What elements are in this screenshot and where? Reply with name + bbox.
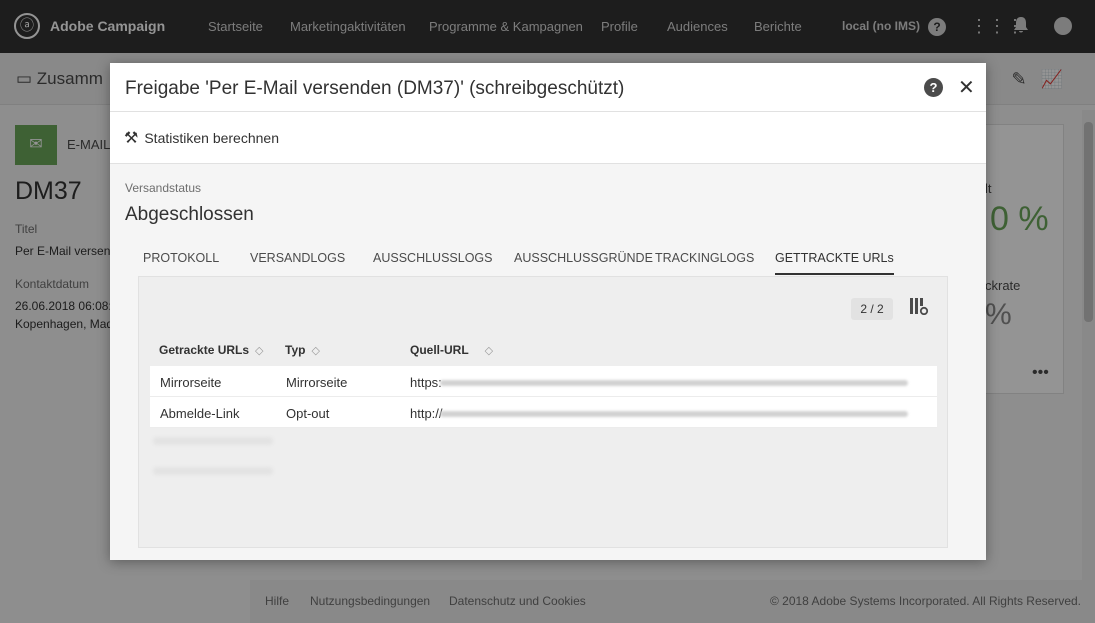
placeholder-row — [153, 437, 273, 445]
close-icon[interactable]: ✕ — [958, 75, 975, 100]
tab-ausschlussgruende[interactable]: AUSSCHLUSSGRÜNDE — [514, 251, 653, 275]
tab-ausschlusslogs[interactable]: AUSSCHLUSSLOGS — [373, 251, 492, 275]
table-row[interactable]: Mirrorseite Mirrorseite https: — [150, 366, 937, 397]
column-header-quell-url[interactable]: Quell-URL ◇ — [410, 343, 493, 357]
tools-icon: ⚒ — [124, 130, 139, 147]
column-header-typ[interactable]: Typ ◇ — [285, 343, 320, 357]
url-name-cell: Abmelde-Link — [160, 406, 240, 421]
column-settings-icon[interactable] — [909, 297, 929, 320]
dialog-title: Freigabe 'Per E-Mail versenden (DM37)' (… — [125, 78, 625, 99]
sort-icon[interactable]: ◇ — [311, 345, 319, 357]
pagination-indicator: 2 / 2 — [851, 298, 893, 320]
url-name-cell: Mirrorseite — [160, 375, 222, 390]
delivery-status-value: Abgeschlossen — [125, 204, 254, 225]
table-row[interactable]: Abmelde-Link Opt-out http:// — [150, 397, 937, 428]
tracked-urls-panel: 2 / 2 Getrackte URLs ◇ Typ ◇ Quell-URL ◇ Mi… — [138, 276, 948, 548]
sort-icon[interactable]: ◇ — [485, 345, 493, 357]
tab-getrackte-urls[interactable]: GETTRACKTE URLs — [775, 251, 894, 275]
url-type-cell: Opt-out — [286, 406, 330, 421]
source-url-cell: https: — [410, 375, 442, 390]
source-url-cell: http:// — [410, 406, 443, 421]
sort-icon[interactable]: ◇ — [255, 345, 263, 357]
dialog-toolbar: ⚒ Statistiken berechnen — [110, 112, 986, 164]
redacted-url — [440, 380, 908, 386]
compute-statistics-button[interactable]: ⚒ Statistiken berechnen — [124, 128, 279, 148]
tab-protokoll[interactable]: PROTOKOLL — [143, 251, 219, 275]
url-type-cell: Mirrorseite — [286, 375, 348, 390]
delivery-status-label: Versandstatus — [125, 181, 202, 195]
tab-versandlogs[interactable]: VERSANDLOGS — [250, 251, 345, 275]
tracked-urls-table: Mirrorseite Mirrorseite https: Abmelde-L… — [150, 366, 937, 428]
redacted-url — [440, 411, 908, 417]
tab-trackinglogs[interactable]: TRACKINGLOGS — [655, 251, 754, 275]
delivery-dialog: Freigabe 'Per E-Mail versenden (DM37)' (… — [110, 63, 986, 560]
placeholder-row — [153, 467, 273, 475]
column-header-getrackte-urls[interactable]: Getrackte URLs ◇ — [159, 343, 264, 357]
dialog-header: Freigabe 'Per E-Mail versenden (DM37)' (… — [110, 63, 986, 112]
dialog-help-icon[interactable]: ? — [924, 78, 943, 97]
